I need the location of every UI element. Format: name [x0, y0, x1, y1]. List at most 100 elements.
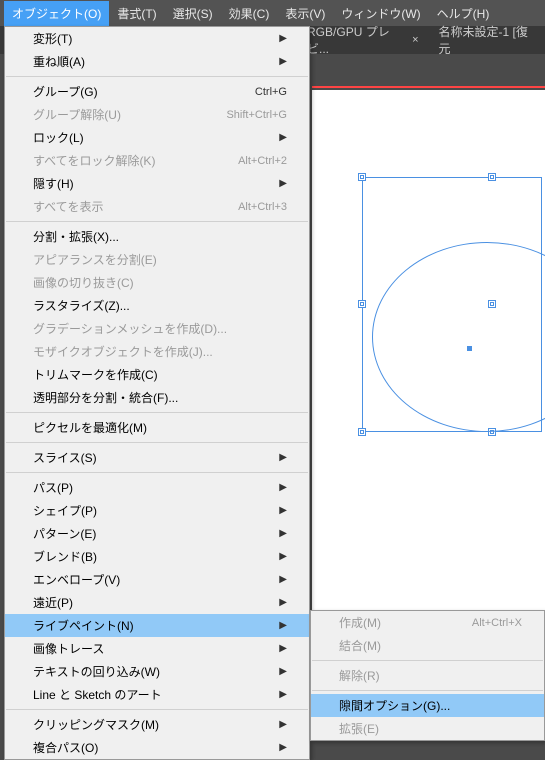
menu-item: すべてを表示 Alt+Ctrl+3	[5, 195, 309, 218]
chevron-right-icon: ▶	[279, 574, 287, 585]
menu-separator	[6, 412, 308, 413]
menu-item-label: 透明部分を分割・統合(F)...	[33, 389, 178, 406]
menu-item[interactable]: 隠す(H)▶	[5, 172, 309, 195]
menu-item: 作成(M) Alt+Ctrl+X	[311, 611, 544, 634]
menu-item[interactable]: シェイプ(P) ▶	[5, 499, 309, 522]
chevron-right-icon: ▶	[279, 528, 287, 539]
menu-item[interactable]: ロック(L)▶	[5, 126, 309, 149]
menu-item-label: 結合(M)	[339, 637, 381, 654]
menu-item[interactable]: ライブペイント(N) ▶	[5, 614, 309, 637]
menu-item-label: 解除(R)	[339, 667, 380, 684]
chevron-right-icon: ▶	[279, 551, 287, 562]
menu-item: グループ解除(U) Shift+Ctrl+G	[5, 103, 309, 126]
center-point	[467, 346, 472, 351]
chevron-right-icon: ▶	[279, 482, 287, 493]
menu-item[interactable]: パス(P) ▶	[5, 476, 309, 499]
menu-item[interactable]: 複合パス(O)▶	[5, 736, 309, 759]
menu-item[interactable]: テキストの回り込み(W) ▶	[5, 660, 309, 683]
menu-item[interactable]: 透明部分を分割・統合(F)...	[5, 386, 309, 409]
menu-item-label: Line と Sketch のアート	[33, 686, 162, 703]
menu-item-label: シェイプ(P)	[33, 502, 97, 519]
tab-label: RGB/GPU プレビ...	[307, 23, 406, 57]
menu-item[interactable]: スライス(S)▶	[5, 446, 309, 469]
menu-item-label: アピアランスを分割(E)	[33, 251, 157, 268]
menu-item[interactable]: 重ね順(A) ▶	[5, 50, 309, 73]
menu-item: アピアランスを分割(E)	[5, 248, 309, 271]
menu-separator	[312, 660, 543, 661]
chevron-right-icon: ▶	[279, 689, 287, 700]
menu-separator	[312, 690, 543, 691]
document-tab[interactable]: RGB/GPU プレビ... ×	[297, 17, 429, 63]
menu-separator	[6, 221, 308, 222]
menu-item-label: ピクセルを最適化(M)	[33, 419, 147, 436]
menu-separator	[6, 472, 308, 473]
handle-bl[interactable]	[358, 428, 366, 436]
menu-item: 拡張(E)	[311, 717, 544, 740]
menubar-item[interactable]: 選択(S)	[165, 1, 221, 26]
menu-item: すべてをロック解除(K)Alt+Ctrl+2	[5, 149, 309, 172]
menu-item[interactable]: 遠近(P)▶	[5, 591, 309, 614]
menu-item[interactable]: 隙間オプション(G)...	[311, 694, 544, 717]
menu-item-label: ブレンド(B)	[33, 548, 97, 565]
menu-item[interactable]: トリムマークを作成(C)	[5, 363, 309, 386]
menu-item[interactable]: ピクセルを最適化(M)	[5, 416, 309, 439]
menu-item-label: パターン(E)	[33, 525, 96, 542]
menu-item-label: 画像の切り抜き(C)	[33, 274, 134, 291]
menu-item: モザイクオブジェクトを作成(J)...	[5, 340, 309, 363]
chevron-right-icon: ▶	[279, 666, 287, 677]
menu-item[interactable]: 分割・拡張(X)...	[5, 225, 309, 248]
menu-item[interactable]: パターン(E) ▶	[5, 522, 309, 545]
menu-item-label: 作成(M)	[339, 614, 381, 631]
menu-item-label: 拡張(E)	[339, 720, 379, 737]
menu-item-label: 変形(T)	[33, 30, 72, 47]
handle-tl[interactable]	[358, 173, 366, 181]
menu-item: 結合(M)	[311, 634, 544, 657]
menu-item[interactable]: グループ(G)Ctrl+G	[5, 80, 309, 103]
menubar-item[interactable]: 効果(C)	[221, 1, 278, 26]
chevron-right-icon: ▶	[279, 643, 287, 654]
livepaint-submenu: 作成(M) Alt+Ctrl+X 結合(M) 解除(R) 隙間オプション(G)... 拡張…	[310, 610, 545, 741]
menu-item-label: グラデーションメッシュを作成(D)...	[33, 320, 227, 337]
menu-item[interactable]: 変形(T) ▶	[5, 27, 309, 50]
menubar-item[interactable]: 書式(T)	[109, 1, 164, 26]
document-tab[interactable]: 名称未設定-1 [復元	[429, 17, 545, 63]
menu-item[interactable]: エンベロープ(V)▶	[5, 568, 309, 591]
menu-item[interactable]: Line と Sketch のアート ▶	[5, 683, 309, 706]
menu-item[interactable]: ブレンド(B) ▶	[5, 545, 309, 568]
menu-shortcut: Shift+Ctrl+G	[226, 109, 287, 121]
menu-shortcut: Alt+Ctrl+3	[238, 201, 287, 213]
object-menu-dropdown: 変形(T) ▶ 重ね順(A) ▶ グループ(G)Ctrl+G グループ解除(U) Shift…	[4, 26, 310, 760]
menu-item-label: ライブペイント(N)	[33, 617, 134, 634]
handle-tr[interactable]	[488, 173, 496, 181]
menu-item-label: 画像トレース	[33, 640, 104, 657]
chevron-right-icon: ▶	[279, 742, 287, 753]
menu-item-label: モザイクオブジェクトを作成(J)...	[33, 343, 213, 360]
chevron-right-icon: ▶	[279, 505, 287, 516]
chevron-right-icon: ▶	[279, 56, 287, 67]
menu-item-label: スライス(S)	[33, 449, 97, 466]
menu-item-label: 重ね順(A)	[33, 53, 85, 70]
menu-item-label: 隠す(H)	[33, 175, 74, 192]
chevron-right-icon: ▶	[279, 132, 287, 143]
menu-item[interactable]: ラスタライズ(Z)...	[5, 294, 309, 317]
menu-item-label: パス(P)	[33, 479, 73, 496]
chevron-right-icon: ▶	[279, 620, 287, 631]
menu-item[interactable]: クリッピングマスク(M)▶	[5, 713, 309, 736]
menu-item-label: グループ解除(U)	[33, 106, 121, 123]
menu-shortcut: Ctrl+G	[255, 86, 287, 98]
menu-separator	[6, 76, 308, 77]
menu-item-label: すべてを表示	[33, 198, 103, 215]
menu-item-label: テキストの回り込み(W)	[33, 663, 160, 680]
menu-shortcut: Alt+Ctrl+X	[472, 617, 522, 629]
menu-item[interactable]: 画像トレース ▶	[5, 637, 309, 660]
menu-item-label: クリッピングマスク(M)	[33, 716, 159, 733]
menu-separator	[6, 709, 308, 710]
menu-item-label: ラスタライズ(Z)...	[33, 297, 130, 314]
handle-ml[interactable]	[358, 300, 366, 308]
close-icon[interactable]: ×	[412, 34, 418, 46]
menu-separator	[6, 442, 308, 443]
menu-item: 画像の切り抜き(C)	[5, 271, 309, 294]
menubar-item[interactable]: オブジェクト(O)	[4, 1, 109, 26]
chevron-right-icon: ▶	[279, 33, 287, 44]
accent-line	[312, 86, 545, 88]
